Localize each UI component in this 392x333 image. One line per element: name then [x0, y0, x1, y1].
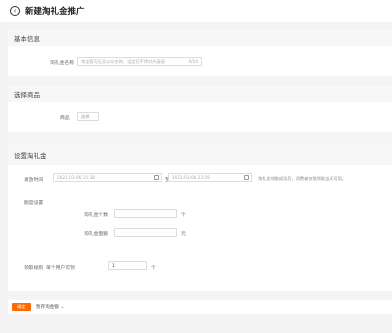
rule-label: 领取规则 — [24, 266, 44, 271]
back-icon[interactable]: ‹ — [10, 6, 20, 16]
save-draft-label: 暂存淘金额 — [36, 305, 59, 310]
name-placeholder: 淘宝客可见及公众名称，设定后不得对外展现 — [81, 59, 165, 64]
amount-label: 额度设置 — [24, 201, 44, 206]
count-label: 淘礼金个数 — [84, 213, 108, 218]
settings-card: 设置淘礼金 发放时间 2021-03-06 15:38 至 2021-03-06… — [8, 143, 392, 291]
select-goods-button[interactable]: 选择 — [77, 112, 99, 121]
name-input[interactable]: 淘宝客可见及公众名称，设定后不得对外展现 0/10 — [77, 57, 202, 66]
calendar-icon — [244, 175, 249, 180]
goods-card: 选择商品 商品 选择 — [8, 86, 392, 132]
basic-info-title: 基本信息 — [14, 35, 40, 43]
start-time-input[interactable]: 2021-03-06 15:38 — [53, 173, 162, 182]
sum-unit: 元 — [181, 232, 186, 237]
time-note: 淘礼金领取成功后，消费者仅限领取当天可用。 — [258, 176, 346, 181]
rule-prefix: 单个用户可领 — [46, 266, 75, 271]
count-input[interactable] — [114, 209, 177, 218]
calendar-icon — [154, 175, 159, 180]
basic-info-card: 基本信息 淘礼金名称 淘宝客可见及公众名称，设定后不得对外展现 0/10 — [8, 30, 392, 76]
footer-bar: 确定 暂存淘金额 ⌄ — [8, 300, 392, 314]
confirm-button[interactable]: 确定 — [12, 303, 31, 311]
goods-title: 选择商品 — [14, 91, 40, 99]
goods-header: 选择商品 — [8, 86, 392, 102]
rule-input[interactable]: 1 — [108, 261, 147, 270]
rule-unit: 个 — [151, 266, 156, 271]
top-bar: ‹ 新建淘礼金推广 — [0, 0, 392, 22]
time-label: 发放时间 — [24, 178, 44, 183]
sum-input[interactable] — [114, 228, 177, 237]
chevron-down-icon: ⌄ — [60, 305, 65, 310]
end-time-input[interactable]: 2021-03-06 23:59 — [168, 173, 252, 182]
count-unit: 个 — [181, 213, 186, 218]
settings-header: 设置淘礼金 — [8, 143, 392, 165]
page-title: 新建淘礼金推广 — [25, 7, 85, 17]
settings-title: 设置淘礼金 — [14, 152, 47, 160]
end-time-value: 2021-03-06 23:59 — [172, 175, 210, 180]
save-draft-button[interactable]: 暂存淘金额 ⌄ — [36, 304, 64, 310]
name-counter: 0/10 — [188, 59, 198, 64]
basic-info-header: 基本信息 — [8, 30, 392, 46]
start-time-value: 2021-03-06 15:38 — [57, 175, 95, 180]
page: ‹ 新建淘礼金推广 基本信息 淘礼金名称 淘宝客可见及公众名称，设定后不得对外展… — [0, 0, 392, 333]
name-label: 淘礼金名称 — [50, 61, 74, 66]
goods-label: 商品 — [60, 116, 70, 121]
sum-label: 淘礼金面额 — [84, 232, 108, 237]
